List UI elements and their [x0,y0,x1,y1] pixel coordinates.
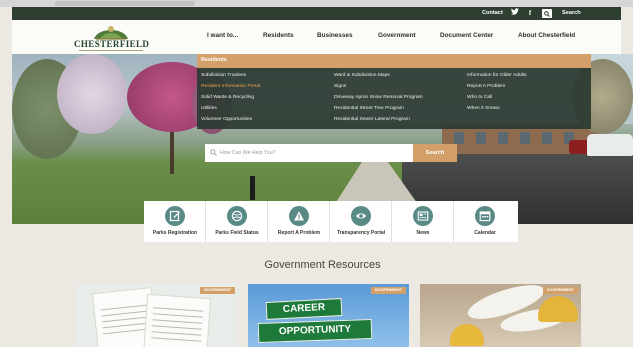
residents-mega-menu: Residents Subdivision Trustees Resident … [197,54,591,129]
quick-link-transparency-portal[interactable]: Transparency Portal [330,201,392,242]
menu-solid-waste-recycling[interactable]: Solid Waste & Recycling [201,95,254,100]
site-search: Search [205,144,457,162]
twitter-icon[interactable] [510,7,520,20]
hero-truck [587,134,633,156]
logo-text: CHESTERFIELD [74,39,150,49]
utility-bar: Contact f Search [12,7,621,20]
facebook-icon[interactable]: f [526,7,534,20]
opportunity-sign: OPPORTUNITY [257,319,373,343]
menu-residential-sewer-lateral-program[interactable]: Residential Sewer Lateral Program [334,117,410,122]
menu-report-a-problem[interactable]: Report A Problem [467,84,505,89]
browser-chrome [0,0,633,7]
search-input-icon [210,149,217,156]
menu-ward-subdivision-maps[interactable]: Ward & Subdivision Maps [334,73,390,78]
search-label[interactable]: Search [562,7,581,20]
logo-emblem-icon [94,26,128,40]
mega-menu-header: Residents [197,54,591,68]
nav-about-chesterfield[interactable]: About Chesterfield [518,32,575,39]
quick-link-parks-registration[interactable]: Parks Registration [144,201,206,242]
ball-icon [227,206,247,226]
menu-when-it-snows[interactable]: When it Snows [467,106,500,111]
quick-links-bar: Parks Registration Parks Field Status Re… [144,201,518,242]
calendar-icon [475,206,495,226]
menu-resident-information-portal[interactable]: Resident Information Portal [201,84,260,89]
government-card-careers[interactable]: CAREER OPPORTUNITY GOVERNMENT [248,284,409,347]
hard-hat-image [538,296,578,322]
quick-link-news[interactable]: News [392,201,454,242]
eye-icon [351,206,371,226]
nav-businesses[interactable]: Businesses [317,32,353,39]
menu-subdivision-trustees[interactable]: Subdivision Trustees [201,73,246,78]
card-badge: GOVERNMENT [199,287,235,294]
contact-link[interactable]: Contact [482,7,503,20]
search-icon[interactable] [542,9,552,18]
menu-information-older-adults[interactable]: Information for Older Adults [467,73,527,78]
logo-underline [79,50,143,51]
menu-residential-street-tree-program[interactable]: Residential Street Tree Program [334,106,404,111]
card-badge: GOVERNMENT [370,287,406,294]
nav-government[interactable]: Government [378,32,416,39]
menu-utilities[interactable]: Utilities [201,106,217,111]
chesterfield-logo[interactable]: CHESTERFIELD [74,23,150,52]
search-input[interactable] [205,144,413,162]
quick-link-parks-field-status[interactable]: Parks Field Status [206,201,268,242]
government-resources-heading: Government Resources [264,259,381,271]
warning-icon [289,206,309,226]
nav-i-want-to[interactable]: I want to... [207,32,238,39]
search-button[interactable]: Search [413,144,457,162]
quick-link-report-a-problem[interactable]: Report A Problem [268,201,330,242]
menu-volunteer-opportunities[interactable]: Volunteer Opportunities [201,117,252,122]
address-bar[interactable] [55,1,195,6]
menu-who-to-call[interactable]: Who to Call [467,95,492,100]
quick-link-calendar[interactable]: Calendar [454,201,518,242]
edit-icon [165,206,185,226]
menu-driveway-apron-snow-removal[interactable]: Driveway Apron Snow Removal Program [334,95,423,100]
government-card-construction[interactable]: GOVERNMENT [420,284,581,347]
news-icon [413,206,433,226]
nav-document-center[interactable]: Document Center [440,32,493,39]
career-sign: CAREER [265,298,343,320]
menu-signs[interactable]: Signs [334,84,346,89]
nav-residents[interactable]: Residents [263,32,294,39]
government-card-documents[interactable]: GOVERNMENT [77,284,238,347]
card-badge: GOVERNMENT [542,287,578,294]
main-navigation: CHESTERFIELD I want to... Residents Busi… [12,20,621,54]
